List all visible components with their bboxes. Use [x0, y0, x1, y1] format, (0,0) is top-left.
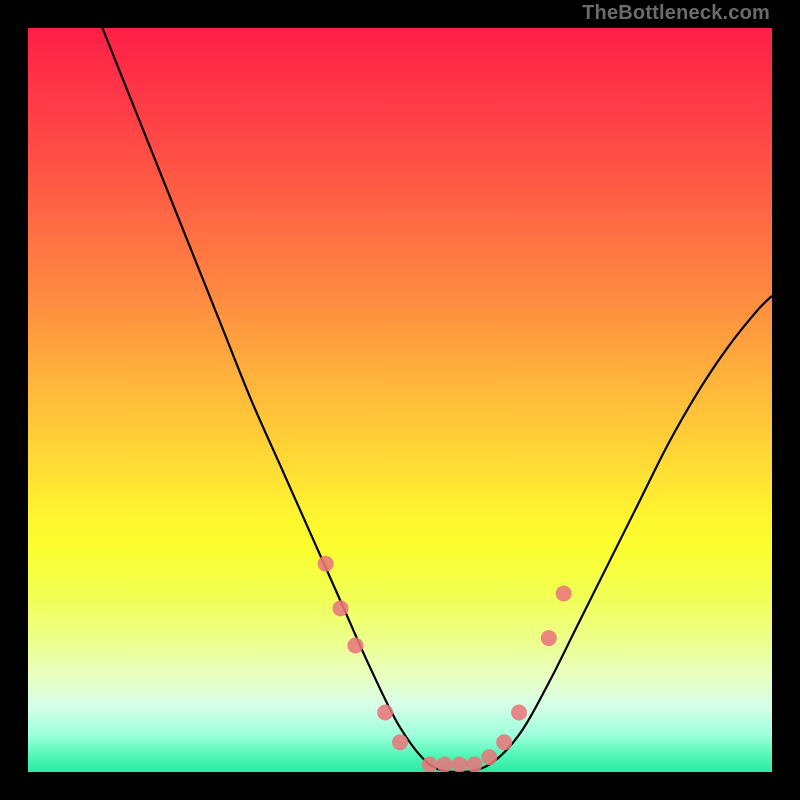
highlight-dot — [318, 556, 334, 572]
highlight-dot — [377, 704, 393, 720]
highlight-dot — [347, 638, 363, 654]
highlight-dot — [481, 749, 497, 765]
bottleneck-curve — [102, 28, 772, 772]
highlight-dot — [392, 734, 408, 750]
highlight-dot — [556, 585, 572, 601]
highlight-dot — [437, 757, 453, 772]
highlight-dot — [511, 704, 527, 720]
highlight-dot — [496, 734, 512, 750]
marker-group — [318, 556, 572, 772]
plot-area — [28, 28, 772, 772]
highlight-dot — [541, 630, 557, 646]
highlight-dot — [332, 600, 348, 616]
highlight-dot — [452, 757, 468, 772]
highlight-dot — [422, 757, 438, 772]
watermark-text: TheBottleneck.com — [582, 2, 770, 25]
highlight-dot — [466, 757, 482, 772]
curve-layer — [28, 28, 772, 772]
chart-frame: TheBottleneck.com — [0, 0, 800, 800]
